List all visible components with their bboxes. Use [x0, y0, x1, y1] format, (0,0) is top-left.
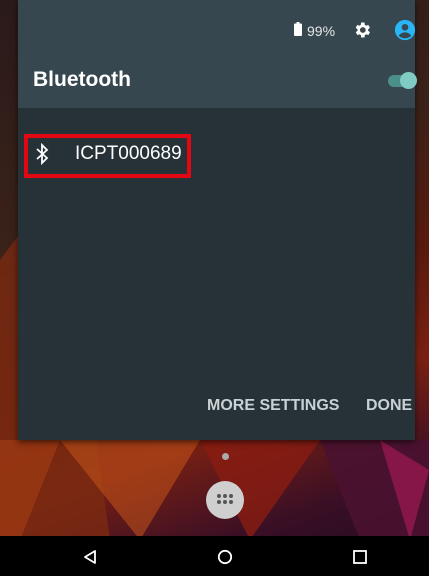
done-button[interactable]: DONE [366, 397, 412, 415]
home-icon[interactable] [217, 549, 233, 565]
battery-icon [294, 22, 302, 36]
toggle-thumb [400, 72, 417, 89]
highlight-box [24, 134, 191, 178]
account-icon[interactable] [394, 19, 416, 41]
page-title: Bluetooth [33, 68, 131, 91]
battery-percent: 99% [307, 23, 336, 39]
bluetooth-toggle[interactable] [388, 71, 418, 89]
device-list-item[interactable]: ICPT000689 [18, 128, 415, 180]
gear-icon[interactable] [352, 20, 372, 40]
status-bar: 99% [18, 0, 416, 58]
page-indicator-dot [222, 453, 229, 460]
recents-icon[interactable] [353, 550, 367, 564]
bluetooth-header: Bluetooth [18, 58, 418, 108]
app-grid-icon [217, 494, 233, 504]
quick-settings-panel: 99% Bluetooth ICPT000689 MORE SETTINGS D… [18, 0, 418, 440]
more-settings-button[interactable]: MORE SETTINGS [207, 397, 339, 415]
app-drawer-button[interactable] [206, 481, 244, 519]
navigation-bar [0, 536, 429, 576]
back-icon[interactable] [82, 549, 98, 565]
